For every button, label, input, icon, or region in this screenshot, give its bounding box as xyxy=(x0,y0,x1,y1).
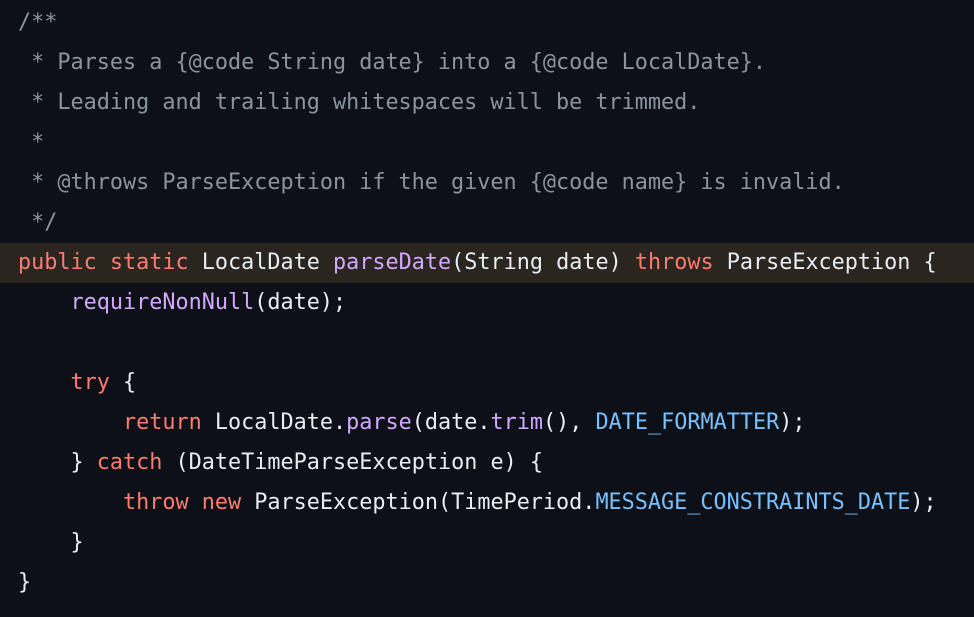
code-line-highlighted[interactable]: public static LocalDate parseDate(String… xyxy=(0,243,974,283)
code-token-plain: } xyxy=(18,530,84,555)
code-token-plain: ); xyxy=(910,490,937,515)
code-token-plain: } xyxy=(18,450,97,475)
code-line[interactable]: * @throws ParseException if the given {@… xyxy=(0,163,974,203)
code-token-keyword: throw xyxy=(122,490,189,515)
code-token-keyword: new xyxy=(201,490,242,515)
code-token-plain: } xyxy=(18,570,32,595)
code-token-keyword: catch xyxy=(96,450,163,475)
code-token-plain: ); xyxy=(779,410,806,435)
code-token-const: MESSAGE_CONSTRAINTS_DATE xyxy=(595,490,911,515)
code-token-plain: ParseException { xyxy=(713,250,937,275)
code-token-plain: (String date) xyxy=(451,250,635,275)
code-token-const: DATE_FORMATTER xyxy=(595,410,780,435)
code-token-plain: { xyxy=(109,370,137,395)
code-token-comment: /** xyxy=(18,10,58,35)
code-line[interactable]: } xyxy=(0,563,974,603)
code-token-comment: * Leading and trailing whitespaces will … xyxy=(18,90,701,115)
code-line[interactable]: * Parses a {@code String date} into a {@… xyxy=(0,43,974,83)
code-token-plain: ParseException(TimePeriod. xyxy=(241,490,596,515)
code-token-comment: */ xyxy=(18,210,58,235)
code-token-keyword: public xyxy=(18,250,97,275)
code-token-plain: (date); xyxy=(254,290,347,315)
code-line[interactable]: } xyxy=(0,523,974,563)
code-line[interactable]: */ xyxy=(0,203,974,243)
code-token-comment: * @throws ParseException if the given {@… xyxy=(18,170,845,195)
code-token-plain: (date. xyxy=(411,410,491,435)
code-token-comment: * xyxy=(18,130,45,155)
code-token-func: parseDate xyxy=(332,250,452,275)
code-token-keyword: throws xyxy=(634,250,714,275)
code-token-func: requireNonNull xyxy=(70,290,255,315)
code-token-func: parse xyxy=(346,410,412,435)
code-token-keyword: static xyxy=(109,250,189,275)
code-line[interactable]: try { xyxy=(0,363,974,403)
code-line[interactable]: * xyxy=(0,123,974,163)
code-line[interactable]: return LocalDate.parse(date.trim(), DATE… xyxy=(0,403,974,443)
code-token-plain: LocalDate xyxy=(188,250,333,275)
code-token-plain: LocalDate. xyxy=(201,410,347,435)
code-line[interactable]: requireNonNull(date); xyxy=(0,283,974,323)
code-line[interactable]: throw new ParseException(TimePeriod.MESS… xyxy=(0,483,974,523)
code-view[interactable]: /** * Parses a {@code String date} into … xyxy=(0,0,974,617)
code-token-plain: (), xyxy=(542,410,596,435)
code-line[interactable] xyxy=(0,323,974,363)
code-line[interactable]: /** xyxy=(0,3,974,43)
code-line[interactable]: * Leading and trailing whitespaces will … xyxy=(0,83,974,123)
code-token-func: trim xyxy=(490,410,543,435)
code-token-comment: * Parses a {@code String date} into a {@… xyxy=(18,50,767,75)
code-token-keyword: return xyxy=(122,410,202,435)
code-token-plain: (DateTimeParseException e) { xyxy=(162,450,543,475)
code-line[interactable]: } catch (DateTimeParseException e) { xyxy=(0,443,974,483)
code-token-keyword: try xyxy=(70,370,110,395)
